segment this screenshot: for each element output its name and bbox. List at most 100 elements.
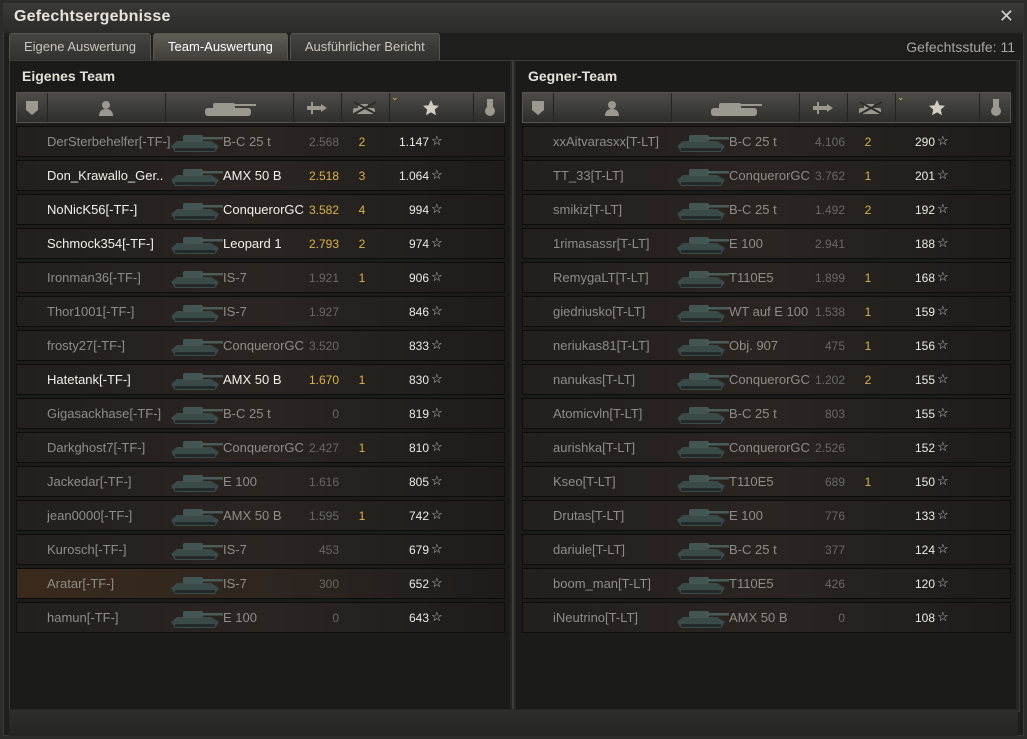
player-row[interactable]: Hatetank[-TF-] AMX 50 B 1.670 1 830 ☆ (16, 364, 505, 395)
player-rating: 0 (332, 611, 339, 625)
kills-count: 1 (358, 441, 366, 455)
player-icon[interactable] (553, 93, 672, 122)
xp-value: 120 (914, 577, 935, 591)
player-row[interactable]: Atomicvln[T-LT] B-C 25 t 803 155 ☆ (522, 398, 1011, 429)
xp-value: 156 (914, 339, 935, 353)
close-icon[interactable]: ✕ (999, 6, 1014, 26)
player-row[interactable]: neriukas81[T-LT] Obj. 907 475 1 156 ☆ (522, 330, 1011, 361)
player-row[interactable]: Darkghost7[-TF-] ConquerorGC 2.427 1 810 ☆ (16, 432, 505, 463)
player-rating: 453 (318, 543, 339, 557)
star-icon: ☆ (431, 269, 443, 284)
star-icon: ☆ (431, 473, 443, 488)
player-row[interactable]: Drutas[T-LT] E 100 776 133 ☆ (522, 500, 1011, 531)
squad-icon[interactable] (17, 93, 48, 122)
player-row[interactable]: RemygaLT[T-LT] T110E5 1.899 1 168 ☆ (522, 262, 1011, 293)
window-title: Gefechtsergebnisse (14, 8, 171, 25)
xp-value: 652 (408, 577, 429, 591)
player-rating: 2.526 (814, 441, 845, 455)
tank-image (167, 502, 225, 529)
xp-value: 643 (408, 611, 429, 625)
player-name: hamun[-TF-] (47, 610, 119, 625)
player-row[interactable]: Ironman36[-TF-] IS-7 1.921 1 906 ☆ (16, 262, 505, 293)
medal-icon[interactable] (979, 93, 1013, 122)
tab-eigene-auswertung[interactable]: Eigene Auswertung (9, 33, 152, 60)
tank-image (167, 536, 225, 563)
medal-icon[interactable] (473, 93, 507, 122)
player-row[interactable]: nanukas[T-LT] ConquerorGC 1.202 2 155 ☆ (522, 364, 1011, 395)
player-icon[interactable] (47, 93, 166, 122)
xp-value: 830 (408, 373, 429, 387)
tab-ausfuehrlicher-bericht[interactable]: Ausführlicher Bericht (289, 33, 440, 60)
player-row[interactable]: Don_Krawallo_Ger.. AMX 50 B 2.518 3 1.064 ☆ (16, 160, 505, 191)
player-row[interactable]: DerSterbehelfer[-TF-] B-C 25 t 2.568 2 1.147… (16, 126, 505, 157)
player-name: Darkghost7[-TF-] (47, 440, 146, 455)
player-row[interactable]: boom_man[T-LT] T110E5 426 120 ☆ (522, 568, 1011, 599)
player-row[interactable]: smikiz[T-LT] B-C 25 t 1.492 2 192 ☆ (522, 194, 1011, 225)
xp-value: 201 (914, 169, 935, 183)
damage-icon[interactable] (799, 93, 848, 122)
player-rating: 3.520 (308, 339, 339, 353)
xp-value: 974 (408, 237, 429, 251)
tank-image (673, 502, 731, 529)
tank-image (167, 604, 225, 631)
player-name: smikiz[T-LT] (553, 202, 623, 217)
own-team-header: ⌄ (16, 92, 507, 123)
player-rating: 0 (332, 407, 339, 421)
player-row[interactable]: Jackedar[-TF-] E 100 1.616 805 ☆ (16, 466, 505, 497)
player-row[interactable]: Thor1001[-TF-] IS-7 1.927 846 ☆ (16, 296, 505, 327)
player-rating: 1.595 (308, 509, 339, 523)
tank-image (167, 468, 225, 495)
player-row[interactable]: iNeutrino[T-LT] AMX 50 B 0 108 ☆ (522, 602, 1011, 633)
team-results-content: Eigenes Team ⌄ DerSterbehelfer[-TF-] B-C … (9, 60, 1020, 712)
player-row[interactable]: 1rimasassr[T-LT] E 100 2.941 188 ☆ (522, 228, 1011, 259)
player-row[interactable]: Gigasackhase[-TF-] B-C 25 t 0 819 ☆ (16, 398, 505, 429)
kills-count: 2 (358, 237, 366, 251)
player-name: iNeutrino[T-LT] (553, 610, 639, 625)
kills-icon[interactable] (341, 93, 390, 122)
star-icon: ☆ (431, 609, 443, 624)
player-row[interactable]: frosty27[-TF-] ConquerorGC 3.520 833 ☆ (16, 330, 505, 361)
star-icon: ☆ (431, 167, 443, 182)
star-icon: ☆ (431, 201, 443, 216)
player-rating: 1.927 (308, 305, 339, 319)
kills-count: 1 (864, 271, 872, 285)
player-rating: 803 (824, 407, 845, 421)
xp-star-icon[interactable]: ⌄ (895, 92, 980, 122)
player-row[interactable]: jean0000[-TF-] AMX 50 B 1.595 1 742 ☆ (16, 500, 505, 531)
player-row[interactable]: Kseo[T-LT] T110E5 689 1 150 ☆ (522, 466, 1011, 497)
player-rating: 1.899 (814, 271, 845, 285)
damage-icon[interactable] (293, 93, 342, 122)
player-name: dariule[T-LT] (553, 542, 626, 557)
player-row[interactable]: TT_33[T-LT] ConquerorGC 3.762 1 201 ☆ (522, 160, 1011, 191)
title-bar[interactable]: Gefechtsergebnisse ✕ (3, 3, 1024, 33)
tank-icon[interactable] (671, 93, 800, 122)
player-row[interactable]: giedriusko[T-LT] WT auf E 100 1.538 1 159 ☆ (522, 296, 1011, 327)
star-icon: ☆ (937, 405, 949, 420)
tank-image (673, 128, 731, 155)
tab-team-auswertung[interactable]: Team-Auswertung (153, 33, 288, 60)
player-row[interactable]: hamun[-TF-] E 100 0 643 ☆ (16, 602, 505, 633)
star-icon: ☆ (431, 337, 443, 352)
player-row[interactable]: xxAitvarasxx[T-LT] B-C 25 t 4.106 2 290 ☆ (522, 126, 1011, 157)
player-name: Gigasackhase[-TF-] (47, 406, 162, 421)
xp-value: 152 (914, 441, 935, 455)
player-row[interactable]: NoNicK56[-TF-] ConquerorGC 3.582 4 994 ☆ (16, 194, 505, 225)
squad-icon[interactable] (523, 93, 554, 122)
xp-value: 155 (914, 407, 935, 421)
xp-star-icon[interactable]: ⌄ (389, 92, 474, 122)
sort-indicator-icon: ⌄ (391, 92, 399, 102)
tank-icon[interactable] (165, 93, 294, 122)
player-row[interactable]: Schmock354[-TF-] Leopard 1 2.793 2 974 ☆ (16, 228, 505, 259)
enemy-team-panel: Gegner-Team ⌄ xxAitvarasxx[T-LT] B-C 25 t… (516, 61, 1016, 709)
tank-image (167, 400, 225, 427)
player-row[interactable]: Kurosch[-TF-] IS-7 453 679 ☆ (16, 534, 505, 565)
player-row[interactable]: dariule[T-LT] B-C 25 t 377 124 ☆ (522, 534, 1011, 565)
kills-icon[interactable] (847, 93, 896, 122)
xp-value: 1.147 (398, 135, 429, 149)
player-row[interactable]: Aratar[-TF-] IS-7 300 652 ☆ (16, 568, 505, 599)
tank-image (673, 468, 731, 495)
player-row[interactable]: aurishka[T-LT] ConquerorGC 2.526 152 ☆ (522, 432, 1011, 463)
kills-count: 2 (864, 203, 872, 217)
tank-image (167, 196, 225, 223)
xp-value: 150 (914, 475, 935, 489)
